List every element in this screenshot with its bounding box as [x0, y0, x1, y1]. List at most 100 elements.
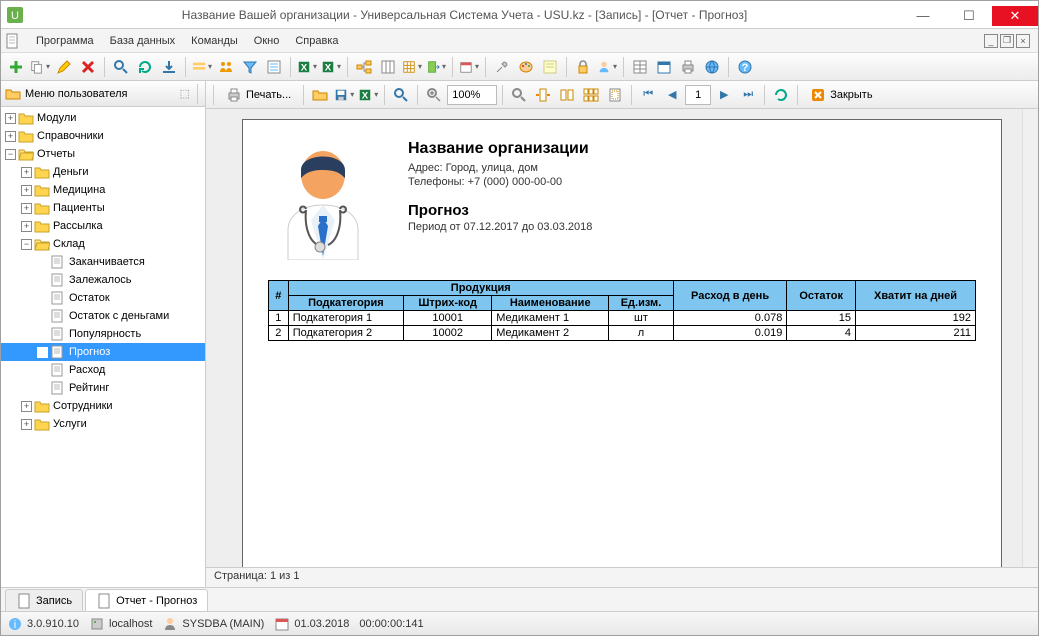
menu-window[interactable]: Окно	[247, 32, 287, 50]
tree-button[interactable]	[353, 56, 375, 78]
add-button[interactable]	[5, 56, 27, 78]
copy-button[interactable]	[29, 56, 51, 78]
tree-node[interactable]: −Отчеты	[1, 145, 205, 163]
report-list-button[interactable]	[263, 56, 285, 78]
mdi-restore-button[interactable]: ❐	[1000, 34, 1014, 48]
expand-toggle[interactable]: +	[21, 419, 32, 430]
import-button[interactable]	[158, 56, 180, 78]
refresh-button[interactable]	[134, 56, 156, 78]
tree-node[interactable]: +Пациенты	[1, 199, 205, 217]
tree-node[interactable]: Залежалось	[1, 271, 205, 289]
table-button[interactable]	[629, 56, 651, 78]
calendar-button[interactable]	[458, 56, 480, 78]
expand-toggle[interactable]: −	[21, 239, 32, 250]
expand-toggle[interactable]: +	[21, 185, 32, 196]
save-button[interactable]	[333, 84, 355, 106]
palette-button[interactable]	[515, 56, 537, 78]
tree-node[interactable]: +Справочники	[1, 127, 205, 145]
filter-button[interactable]	[239, 56, 261, 78]
mdi-close-button[interactable]: ×	[1016, 34, 1030, 48]
expand-toggle	[37, 383, 48, 394]
delete-button[interactable]	[77, 56, 99, 78]
first-page-button[interactable]: ⏮	[637, 84, 659, 106]
report-viewport[interactable]: Название организации Адрес: Город, улица…	[206, 109, 1038, 567]
expand-toggle[interactable]: +	[5, 131, 16, 142]
page-width-icon	[535, 87, 551, 103]
tree-node[interactable]: Прогноз	[1, 343, 205, 361]
copy-icon	[30, 59, 44, 75]
calendar2-button[interactable]	[653, 56, 675, 78]
close-icon	[810, 87, 826, 103]
people-button[interactable]	[215, 56, 237, 78]
lock-button[interactable]	[572, 56, 594, 78]
tree-node[interactable]: Остаток с деньгами	[1, 307, 205, 325]
tree-node[interactable]: +Сотрудники	[1, 397, 205, 415]
find-button[interactable]	[390, 84, 412, 106]
two-page-button[interactable]	[556, 84, 578, 106]
notes-button[interactable]	[539, 56, 561, 78]
page-width-button[interactable]	[532, 84, 554, 106]
prev-page-button[interactable]: ◀	[661, 84, 683, 106]
expand-toggle[interactable]: −	[5, 149, 16, 160]
tree-node[interactable]: Рейтинг	[1, 379, 205, 397]
tree-node[interactable]: +Услуги	[1, 415, 205, 433]
last-page-button[interactable]: ⏭	[737, 84, 759, 106]
print-button[interactable]	[677, 56, 699, 78]
pin-icon[interactable]: ⬚	[180, 87, 190, 100]
tree-node[interactable]: +Модули	[1, 109, 205, 127]
expand-toggle[interactable]: +	[21, 167, 32, 178]
minimize-button[interactable]: —	[900, 6, 946, 26]
export-excel-report-button[interactable]: X	[357, 84, 379, 106]
search-icon	[393, 87, 409, 103]
menu-database[interactable]: База данных	[103, 32, 183, 50]
expand-toggle[interactable]: +	[21, 401, 32, 412]
zoom-fit-button[interactable]	[508, 84, 530, 106]
next-page-button[interactable]: ▶	[713, 84, 735, 106]
zoom-in-button[interactable]	[423, 84, 445, 106]
close-button[interactable]: ✕	[992, 6, 1038, 26]
exit-door-button[interactable]	[425, 56, 447, 78]
menu-help[interactable]: Справка	[288, 32, 345, 50]
tools-button[interactable]	[491, 56, 513, 78]
tree-node[interactable]: Расход	[1, 361, 205, 379]
tab-report[interactable]: Отчет - Прогноз	[85, 589, 208, 611]
export-excel2-button[interactable]: X	[320, 56, 342, 78]
help-button[interactable]: ?	[734, 56, 756, 78]
tree-node[interactable]: +Медицина	[1, 181, 205, 199]
group-button[interactable]	[191, 56, 213, 78]
columns-button[interactable]	[377, 56, 399, 78]
tree-node[interactable]: +Деньги	[1, 163, 205, 181]
print-report-button[interactable]: Печать...	[219, 84, 298, 106]
page-input[interactable]: 1	[685, 85, 711, 105]
export-excel-button[interactable]: X	[296, 56, 318, 78]
tree-node[interactable]: Заканчивается	[1, 253, 205, 271]
view-button[interactable]	[401, 56, 423, 78]
menu-commands[interactable]: Команды	[184, 32, 245, 50]
tree-node[interactable]: +Рассылка	[1, 217, 205, 235]
menu-program[interactable]: Программа	[29, 32, 101, 50]
filter-icon	[242, 59, 258, 75]
tree-node[interactable]: Популярность	[1, 325, 205, 343]
multi-page-button[interactable]	[580, 84, 602, 106]
expand-toggle[interactable]: +	[21, 221, 32, 232]
edit-button[interactable]	[53, 56, 75, 78]
tree-node[interactable]: Остаток	[1, 289, 205, 307]
open-file-button[interactable]	[309, 84, 331, 106]
tree-node[interactable]: −Склад	[1, 235, 205, 253]
page-setup-button[interactable]	[604, 84, 626, 106]
expand-toggle[interactable]: +	[5, 113, 16, 124]
mdi-minimize-button[interactable]: _	[984, 34, 998, 48]
document-icon	[50, 345, 66, 359]
document-icon	[50, 291, 66, 305]
globe-button[interactable]	[701, 56, 723, 78]
navigation-tree[interactable]: +Модули+Справочники−Отчеты+Деньги+Медици…	[1, 107, 205, 587]
close-report-button[interactable]: Закрыть	[803, 84, 879, 106]
maximize-button[interactable]: ☐	[946, 6, 992, 26]
refresh-report-button[interactable]	[770, 84, 792, 106]
user-button[interactable]	[596, 56, 618, 78]
search-button[interactable]	[110, 56, 132, 78]
tab-record[interactable]: Запись	[5, 589, 83, 611]
expand-toggle[interactable]: +	[21, 203, 32, 214]
zoom-input[interactable]: 100%	[447, 85, 497, 105]
scrollbar[interactable]	[1022, 109, 1038, 567]
